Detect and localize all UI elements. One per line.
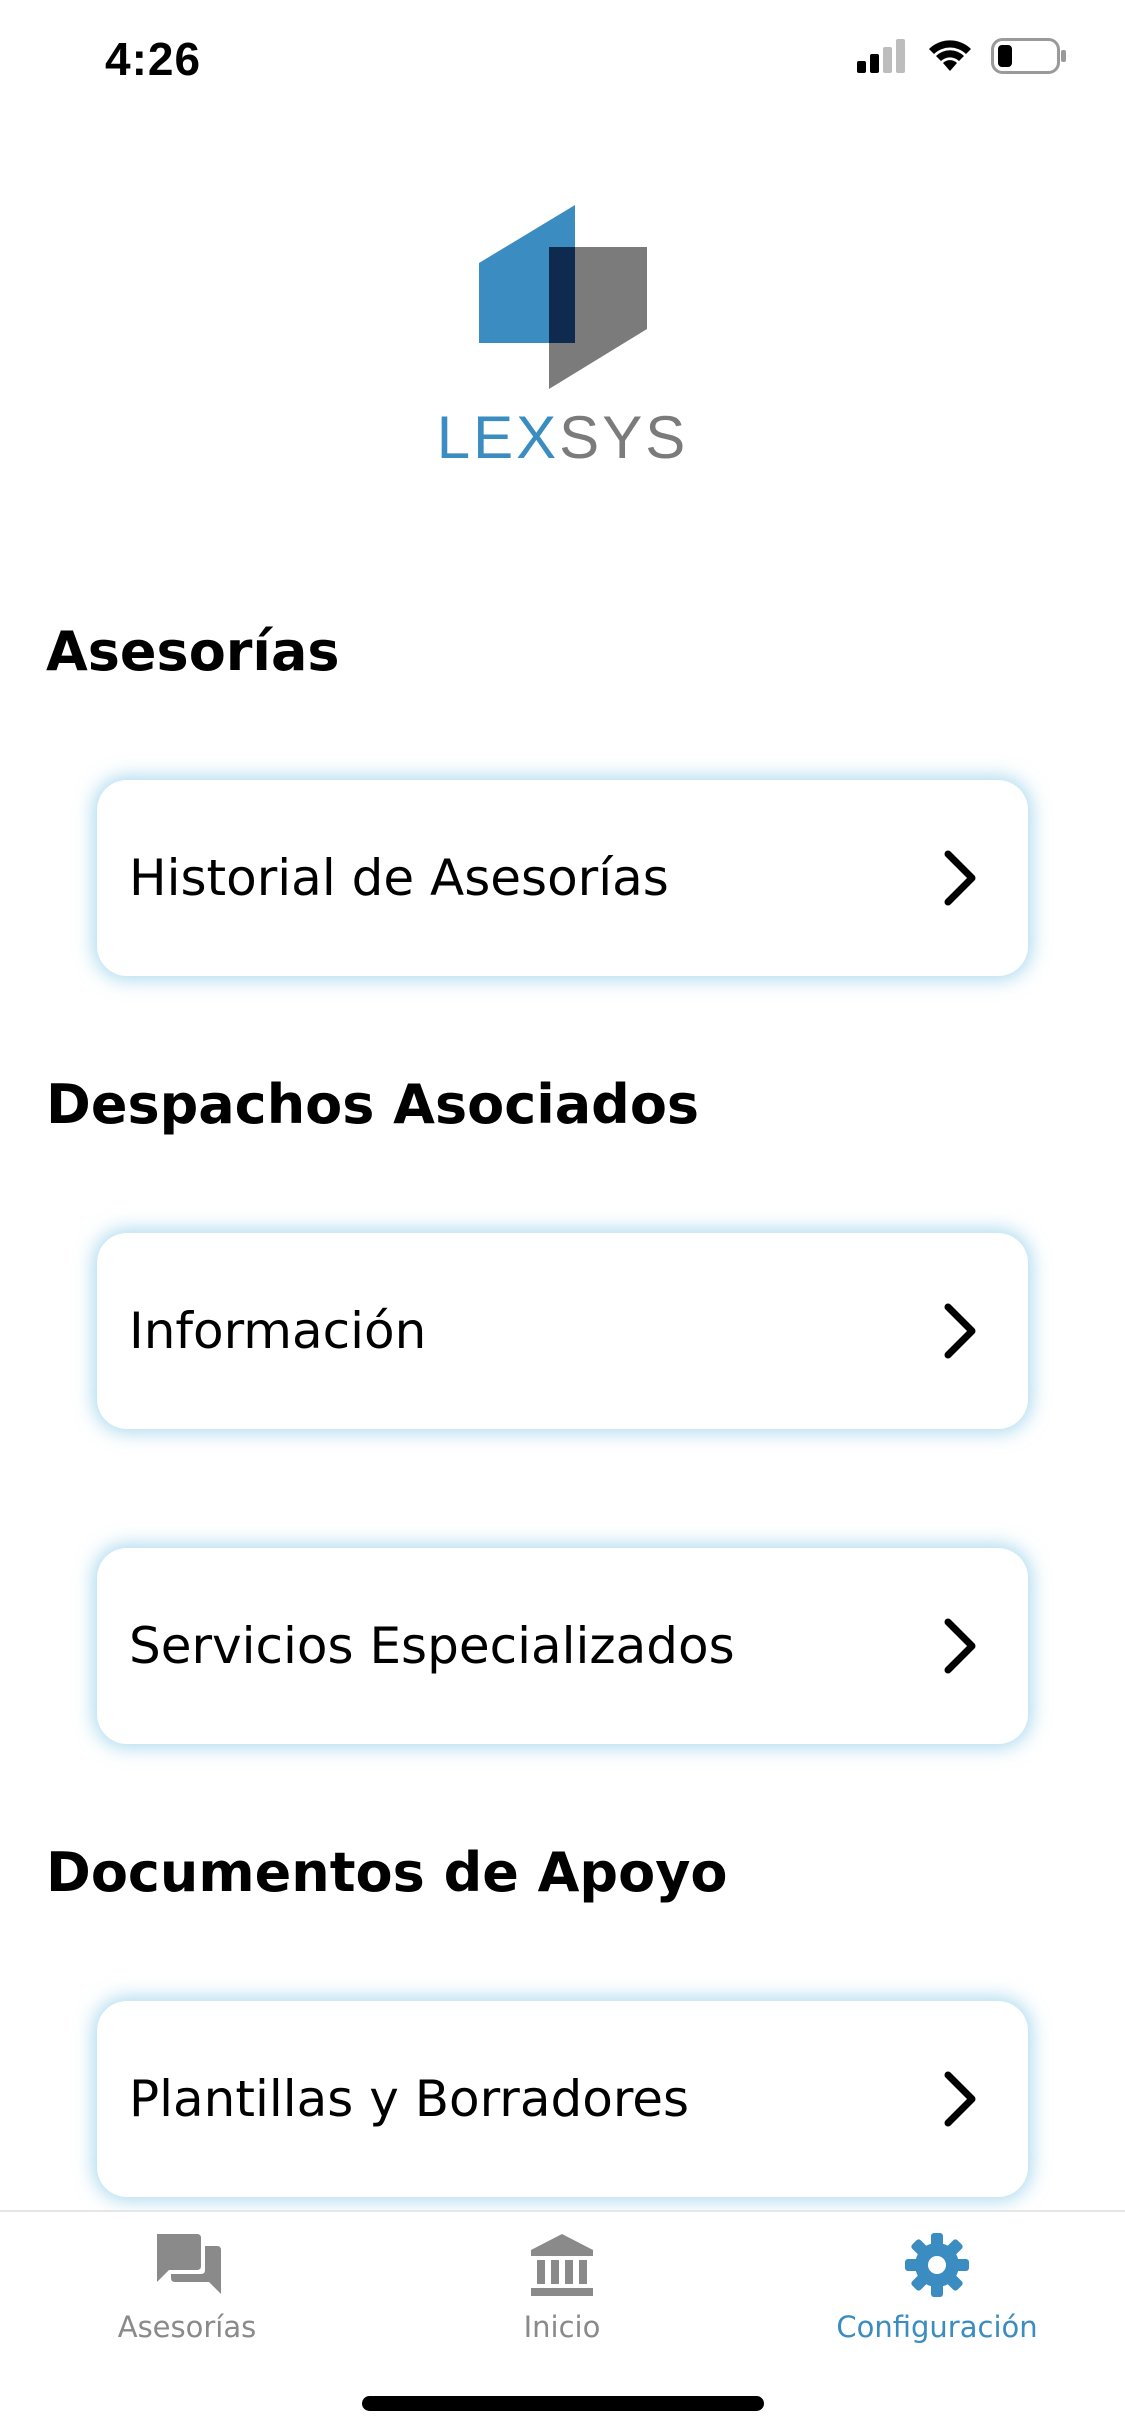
section-title-asesorias: Asesorías [46,620,340,683]
tab-asesorias[interactable]: Asesorías [37,2232,337,2344]
tab-label: Asesorías [117,2310,257,2344]
chevron-right-icon [944,1303,976,1359]
status-icons [857,38,1067,74]
menu-item-plantillas-borradores[interactable]: Plantillas y Borradores [97,2001,1028,2197]
logo-text-lex: LEX [436,404,560,471]
chevron-right-icon [944,1618,976,1674]
section-title-despachos-asociados: Despachos Asociados [46,1073,700,1136]
gear-icon [905,2233,969,2297]
tab-label: Inicio [523,2310,601,2344]
menu-item-label: Información [129,1302,427,1360]
menu-item-servicios-especializados[interactable]: Servicios Especializados [97,1548,1028,1744]
cellular-signal-icon [857,39,905,73]
logo-wordmark: LEXSYS [0,403,1125,472]
tab-label: Configuración [836,2310,1038,2344]
app-screen: 4:26 LEXSYS Asesorías Historial de Aseso… [0,0,1125,2436]
tab-configuracion[interactable]: Configuración [787,2232,1087,2344]
section-title-documentos-apoyo: Documentos de Apoyo [46,1841,728,1904]
status-bar: 4:26 [0,0,1125,130]
chevron-right-icon [944,850,976,906]
tab-inicio[interactable]: Inicio [412,2232,712,2344]
status-time: 4:26 [105,33,202,85]
battery-icon [991,38,1066,74]
logo-mark-icon [478,205,647,389]
logo-text-sys: SYS [559,404,689,471]
menu-item-informacion[interactable]: Información [97,1233,1028,1429]
lexsys-logo: LEXSYS [0,205,1125,472]
wifi-icon [929,40,971,71]
chevron-right-icon [944,2071,976,2127]
chat-bubbles-icon [157,2234,221,2294]
menu-item-historial-asesorias[interactable]: Historial de Asesorías [97,780,1028,976]
menu-item-label: Historial de Asesorías [129,849,669,907]
menu-item-label: Servicios Especializados [129,1617,735,1675]
menu-item-label: Plantillas y Borradores [129,2070,690,2128]
bank-building-icon [531,2234,593,2296]
home-indicator[interactable] [362,2396,764,2411]
